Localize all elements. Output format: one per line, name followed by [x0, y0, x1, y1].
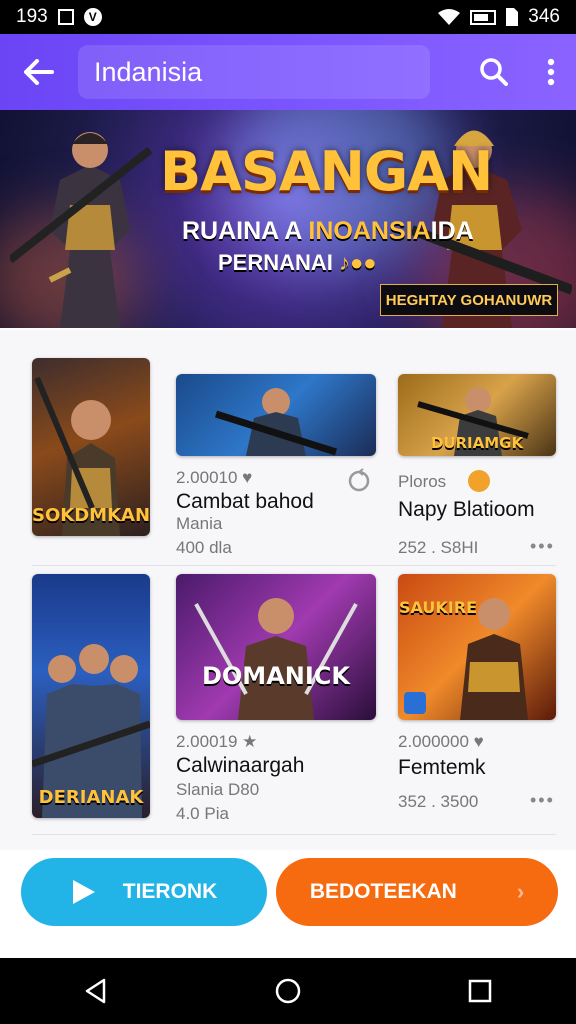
soldier-illustration [214, 388, 338, 456]
battery-icon [470, 9, 497, 25]
game-card-meta: 2.00010 ♥ [176, 468, 253, 487]
chevron-right-icon: › [516, 879, 525, 904]
app-store-badge-icon [404, 692, 426, 714]
game-card-name[interactable]: Femtemk [398, 756, 486, 780]
game-card-thumb[interactable] [176, 374, 376, 456]
game-card-meta: 2.000000 ♥ [398, 732, 484, 751]
banner-subtitle-gold: INOANSIA [308, 217, 431, 245]
nav-back-button[interactable] [66, 961, 126, 1021]
system-nav-bar [0, 958, 576, 1024]
nav-home-icon [275, 978, 301, 1004]
game-grid: SOKDMKAN 2.00010 ♥ Cambat bahod Mania 40… [0, 330, 576, 850]
row-divider [32, 834, 556, 835]
game-card-extra: 4.0 Pia [176, 804, 229, 823]
nav-recents-icon [468, 979, 492, 1003]
search-button[interactable] [462, 34, 526, 110]
back-arrow-icon [24, 59, 54, 85]
banner-line3-white: PERNANAI [218, 250, 340, 275]
game-card-sub: Slania D80 [176, 780, 260, 799]
game-card-extra: 352 . 3500 [398, 792, 479, 811]
back-button[interactable] [0, 34, 78, 110]
banner-subtitle-white: RUAINA A [182, 217, 309, 245]
game-card-name[interactable]: Calwinaargah [176, 754, 304, 778]
banner-subtitle-end: IDA [430, 217, 474, 245]
more-options-icon[interactable]: ••• [530, 536, 555, 557]
knight-illustration [194, 598, 358, 720]
status-bar: 193 V 346 [0, 0, 576, 34]
download-button-label: BEDOTEEKAN [309, 880, 457, 903]
status-time: 193 [16, 6, 48, 27]
more-options-icon[interactable]: ••• [530, 790, 555, 811]
banner-subtitle: RUAINA A INOANSIAIDA [182, 217, 474, 246]
banner-line3-gold: ♪●● [339, 250, 377, 275]
download-button[interactable]: BEDOTEEKAN › [276, 858, 558, 926]
game-card-thumb[interactable]: DURIAMGK [398, 374, 556, 456]
game-card-extra: 400 dla [176, 538, 232, 557]
more-vertical-icon [547, 58, 555, 86]
app-title-field[interactable]: Indanisia [78, 45, 430, 99]
hero-left-illustration [10, 132, 153, 328]
play-button[interactable]: TIERONK [21, 858, 267, 926]
game-card-thumb-title: SAUKIRE [398, 598, 477, 617]
banner-title: BASANGAN [160, 140, 493, 203]
game-card-name[interactable]: Cambat bahod [176, 490, 314, 514]
game-card-extra: 252 . S8HI [398, 538, 479, 557]
sim-icon [506, 8, 519, 26]
game-card-meta: Ploros [398, 472, 447, 491]
game-card-thumb-title: SOKDMKAN [32, 505, 150, 526]
game-card-thumb[interactable]: SOKDMKAN [32, 358, 150, 536]
app-title: Indanisia [94, 56, 203, 87]
promo-banner[interactable]: BASANGAN RUAINA A INOANSIAIDA PERNANAI ♪… [0, 110, 576, 328]
nav-recents-button[interactable] [450, 961, 510, 1021]
nav-back-icon [85, 978, 106, 1004]
game-card-thumb[interactable]: SAUKIRE [398, 574, 556, 720]
image-icon [57, 9, 74, 25]
game-card-thumb-title: DOMANICK [201, 662, 350, 690]
game-card-thumb-title: DERIANAK [38, 787, 144, 808]
wifi-icon [438, 9, 461, 25]
game-card-thumb[interactable]: DOMANICK [176, 574, 376, 720]
game-card-sub: Mania [176, 514, 223, 533]
app-badge-icon: V [83, 8, 102, 26]
nav-home-button[interactable] [258, 961, 318, 1021]
play-icon [72, 880, 95, 904]
game-card-thumb-title: DURIAMGK [430, 434, 524, 452]
squad-illustration [32, 644, 150, 818]
refresh-icon[interactable] [346, 468, 372, 494]
game-card-name[interactable]: Napy Blatioom [398, 498, 535, 522]
banner-badge[interactable]: HEGHTAY GOHANUWR [380, 284, 558, 316]
game-card-thumb[interactable]: DERIANAK [32, 574, 150, 818]
app-bar: Indanisia [0, 34, 576, 110]
game-row: SOKDMKAN 2.00010 ♥ Cambat bahod Mania 40… [0, 344, 576, 594]
game-row: DERIANAK DOMANICK 2.00019 ★ Calwinaargah… [0, 558, 576, 838]
play-button-label: TIERONK [122, 880, 218, 903]
game-card-meta: 2.00019 ★ [176, 732, 258, 751]
banner-line3: PERNANAI ♪●● [218, 250, 377, 276]
game-badge-icon [468, 470, 490, 492]
more-button[interactable] [526, 34, 576, 110]
status-battery-text: 346 [528, 6, 560, 27]
search-icon [480, 58, 508, 86]
